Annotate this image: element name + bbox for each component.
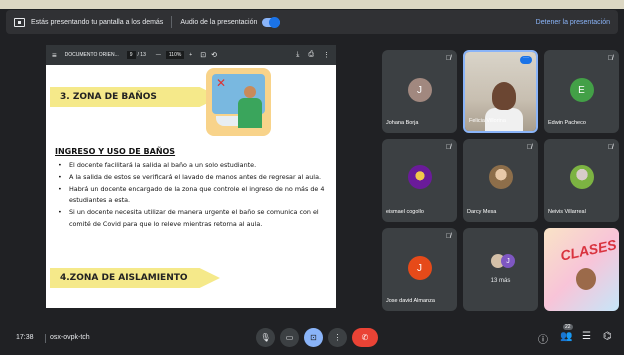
activities-icon[interactable]: ⌬ xyxy=(603,331,612,342)
participant-name: Johana Borja xyxy=(386,120,419,126)
zone-4-heading: 4.ZONA DE AISLAMIENTO xyxy=(50,268,220,288)
mic-icon[interactable]: 🎙 xyxy=(256,328,275,347)
presenting-text: Estás presentando tu pantalla a los demá… xyxy=(31,18,164,26)
list-item: Habrá un docente encargado de la zona qu… xyxy=(55,184,330,208)
rules-list: El docente facilitará la salida al baño … xyxy=(55,160,330,231)
zoom-out-button[interactable]: — xyxy=(156,52,161,58)
document-page: 3. ZONA DE BAÑOS ✕ INGRESO Y USO DE BAÑO… xyxy=(46,65,336,308)
print-icon[interactable]: ⎙ xyxy=(308,51,314,59)
fit-page-icon[interactable]: ⊡ xyxy=(200,51,206,59)
participant-tile[interactable]: 🎙̸ eismael cogollo xyxy=(382,139,457,222)
participant-name: Darcy Mesa xyxy=(467,209,497,215)
participant-tile[interactable]: 🎙̸ Neivis Villarreal xyxy=(544,139,619,222)
avatar xyxy=(569,165,594,189)
more-vert-icon[interactable]: ⋮ xyxy=(328,328,347,347)
participant-video: CLASES xyxy=(544,228,619,311)
mic-off-icon: 🎙̸ xyxy=(445,233,451,240)
meeting-code: osx-ovpk-tch xyxy=(50,334,90,341)
zoom-in-button[interactable]: + xyxy=(189,52,192,58)
document-title: DOCUMENTO ORIEN... xyxy=(64,52,119,58)
list-item: Si un docente necesita utilizar de maner… xyxy=(55,207,330,231)
end-call-icon[interactable]: ✆ xyxy=(352,328,378,347)
zoom-value[interactable]: 110% xyxy=(165,51,185,59)
present-icon[interactable]: ⊡ xyxy=(304,328,323,347)
chat-icon[interactable]: ☰ xyxy=(582,331,591,342)
list-item: A la salida de estos se verificará el la… xyxy=(55,172,330,184)
menu-icon[interactable]: ≡ xyxy=(52,51,57,60)
participant-tile[interactable]: 🎙̸ Darcy Mesa xyxy=(463,139,538,222)
list-item: El docente facilitará la salida al baño … xyxy=(55,160,330,172)
participant-tile[interactable]: 🎙̸ J Jose david Almanza xyxy=(382,228,457,311)
zoom-controls: — 110% + xyxy=(156,51,192,59)
camera-icon[interactable]: ▭ xyxy=(280,328,299,347)
grouped-avatars: J xyxy=(491,254,515,270)
mic-off-icon: 🎙̸ xyxy=(526,144,532,151)
meeting-time: 17:38 xyxy=(16,334,34,341)
avatar: J xyxy=(407,78,432,102)
stop-presenting-button[interactable]: Detener la presentación xyxy=(536,19,610,26)
browser-top-strip xyxy=(0,0,624,9)
audio-label: Audio de la presentación xyxy=(180,18,258,26)
participant-tile[interactable]: 🎙̸ J Johana Borja xyxy=(382,50,457,133)
meeting-controls-bar: 17:38 osx-ovpk-tch 🎙 ▭ ⊡ ⋮ ✆ ⓘ 22 👥 ☰ ⌬ xyxy=(0,322,624,355)
shared-document: ≡ DOCUMENTO ORIEN... 9 / 13 — 110% + ⊡ ⟲… xyxy=(46,45,336,308)
section-title: INGRESO Y USO DE BAÑOS xyxy=(55,147,176,156)
pdf-toolbar: ≡ DOCUMENTO ORIEN... 9 / 13 — 110% + ⊡ ⟲… xyxy=(46,45,336,65)
participant-tile[interactable]: CLASES xyxy=(544,228,619,311)
more-participants-tile[interactable]: J 13 más xyxy=(463,228,538,311)
mic-off-icon: 🎙̸ xyxy=(607,144,613,151)
audio-toggle[interactable] xyxy=(262,16,281,28)
participant-tile[interactable]: 🎙̸ E Edwin Pacheco xyxy=(544,50,619,133)
avatar xyxy=(407,165,432,189)
page-number-input[interactable]: 9 xyxy=(126,51,136,59)
rotate-icon[interactable]: ⟲ xyxy=(211,51,217,59)
participant-tile-active[interactable]: ··· Felicia Villorina xyxy=(463,50,538,133)
mic-off-icon: 🎙̸ xyxy=(607,55,613,62)
participant-name: eismael cogollo xyxy=(386,209,424,215)
banner-divider xyxy=(171,16,173,28)
presenting-banner: Estás presentando tu pantalla a los demá… xyxy=(6,10,618,34)
more-participants-label: 13 más xyxy=(490,278,511,284)
more-options-icon[interactable]: ⋮ xyxy=(323,51,330,59)
avatar: J xyxy=(407,256,432,280)
download-icon[interactable]: ⤓ xyxy=(296,51,299,59)
handwashing-illustration: ✕ xyxy=(206,68,271,136)
participant-name: Edwin Pacheco xyxy=(548,120,586,126)
avatar: E xyxy=(569,78,594,102)
zone-3-heading: 3. ZONA DE BAÑOS xyxy=(50,87,220,107)
avatar xyxy=(488,165,513,189)
mic-off-icon: 🎙̸ xyxy=(445,55,451,62)
divider xyxy=(45,334,46,343)
participant-count-badge: 22 xyxy=(563,324,573,330)
people-icon[interactable]: 👥 xyxy=(560,331,572,342)
mic-off-icon: 🎙̸ xyxy=(445,144,451,151)
present-screen-icon xyxy=(14,17,25,27)
participant-name: Felicia Villorina xyxy=(469,118,506,124)
participant-name: Jose david Almanza xyxy=(386,298,435,304)
page-total: / 13 xyxy=(137,52,146,58)
more-options-icon[interactable]: ··· xyxy=(520,55,532,64)
participant-name: Neivis Villarreal xyxy=(548,209,586,215)
info-icon[interactable]: ⓘ xyxy=(538,331,548,346)
